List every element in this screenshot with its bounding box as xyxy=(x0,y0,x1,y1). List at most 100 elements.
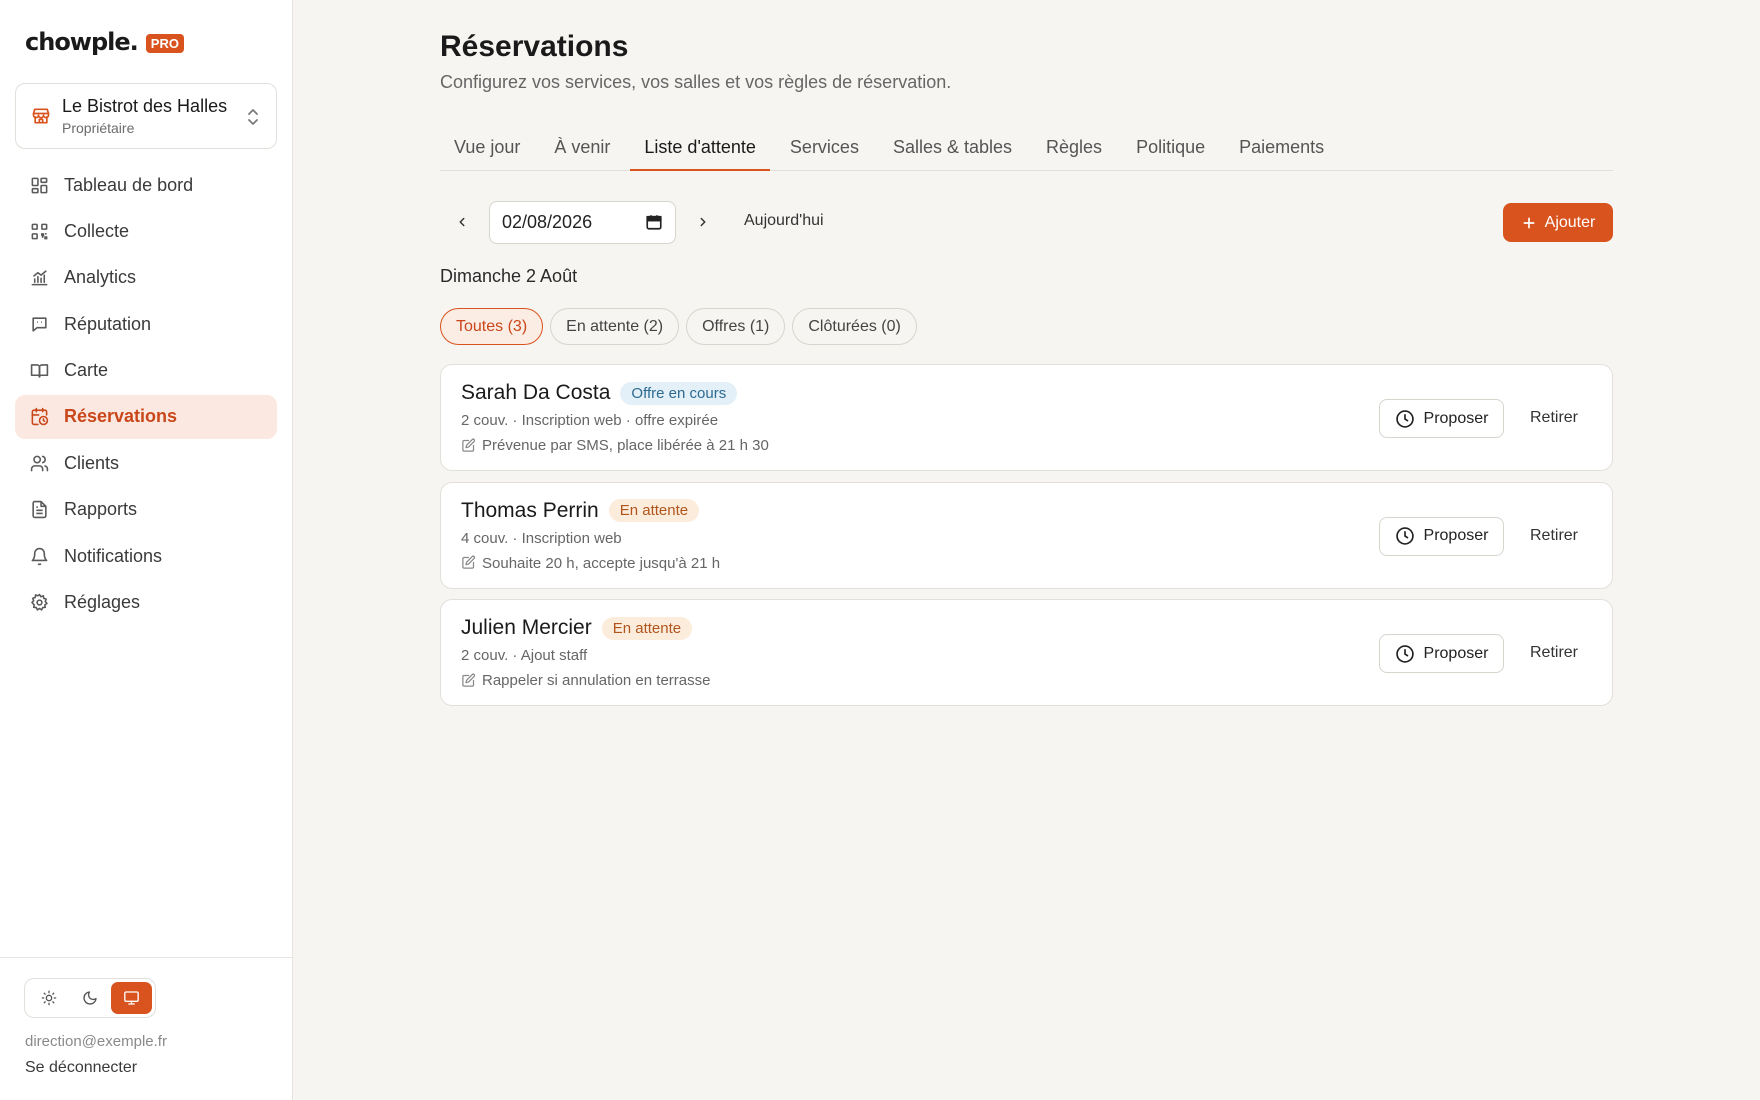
sidebar-item-label: Collecte xyxy=(64,220,130,241)
sun-icon[interactable] xyxy=(28,982,69,1014)
waitlist-entry: Thomas Perrin En attente 4 couv. · Inscr… xyxy=(440,481,1613,589)
sidebar-item-notifications[interactable]: Notifications xyxy=(15,534,277,578)
chart-icon xyxy=(29,268,49,288)
clock-icon xyxy=(1395,526,1415,546)
status-badge: En attente xyxy=(608,499,700,522)
waitlist-entry: Julien Mercier En attente 2 couv. · Ajou… xyxy=(440,599,1613,706)
sidebar-item-clients[interactable]: Clients xyxy=(15,441,277,485)
day-label: Dimanche 2 Août xyxy=(440,266,578,286)
guest-name: Thomas Perrin xyxy=(461,498,599,522)
brand-name: chowple. xyxy=(25,28,139,56)
sidebar-item-label: Réputation xyxy=(64,313,152,334)
page-subtitle: Configurez vos services, vos salles et v… xyxy=(440,72,952,92)
add-button-label: Ajouter xyxy=(1544,213,1596,231)
note-edit-icon xyxy=(461,438,477,454)
tab-services[interactable]: Services xyxy=(776,125,873,171)
sidebar-item-rapports[interactable]: Rapports xyxy=(15,488,277,532)
tab-salles-tables[interactable]: Salles & tables xyxy=(879,125,1026,171)
filter-waiting[interactable]: En attente (2) xyxy=(550,308,680,345)
propose-button[interactable]: Proposer xyxy=(1379,399,1504,438)
tab-regles[interactable]: Règles xyxy=(1032,125,1116,171)
sidebar-item-analytics[interactable]: Analytics xyxy=(15,256,277,300)
org-name: Le Bistrot des Halles xyxy=(62,96,228,116)
tabs: Vue jour À venir Liste d'attente Service… xyxy=(440,125,1613,171)
org-switcher[interactable]: Le Bistrot des Halles Propriétaire xyxy=(15,83,277,149)
sidebar-nav: Tableau de bord Collecte Analytics Réput… xyxy=(15,163,277,627)
sidebar-item-label: Réglages xyxy=(64,592,141,613)
book-icon xyxy=(29,361,49,381)
sidebar-item-label: Notifications xyxy=(64,545,163,566)
date-input[interactable]: 02/08/2026 xyxy=(489,201,676,244)
remove-button[interactable]: Retirer xyxy=(1530,644,1578,662)
entry-note: Souhaite 20 h, accepte jusqu'à 21 h xyxy=(482,554,721,572)
propose-button[interactable]: Proposer xyxy=(1379,516,1504,556)
remove-button[interactable]: Retirer xyxy=(1530,527,1578,545)
sidebar-item-reservations[interactable]: Réservations xyxy=(15,394,277,439)
page-title: Réservations xyxy=(440,30,629,63)
calendar-clock-icon xyxy=(29,407,49,427)
tab-vue-jour[interactable]: Vue jour xyxy=(440,125,534,171)
status-filters: Toutes (3) En attente (2) Offres (1) Clô… xyxy=(440,308,924,345)
remove-button[interactable]: Retirer xyxy=(1530,409,1578,427)
chevron-right-icon[interactable] xyxy=(690,209,716,235)
users-icon xyxy=(29,453,49,473)
propose-label: Proposer xyxy=(1423,527,1489,544)
org-role: Propriétaire xyxy=(62,120,135,136)
file-icon xyxy=(29,500,49,520)
monitor-icon[interactable] xyxy=(110,982,152,1014)
waitlist: Sarah Da Costa Offre en cours 2 couv. · … xyxy=(440,364,1613,717)
plus-icon xyxy=(1521,215,1537,231)
qr-code-icon xyxy=(29,221,49,241)
entry-note: Rappeler si annulation en terrasse xyxy=(482,672,711,689)
clock-icon xyxy=(1395,644,1415,664)
user-email: direction@exemple.fr xyxy=(25,1033,167,1050)
sidebar-item-reputation[interactable]: Réputation xyxy=(15,302,277,346)
tab-paiements[interactable]: Paiements xyxy=(1225,125,1338,171)
sidebar-item-dashboard[interactable]: Tableau de bord xyxy=(15,163,277,207)
filter-all[interactable]: Toutes (3) xyxy=(440,308,544,345)
sidebar-item-reglages[interactable]: Réglages xyxy=(15,581,277,625)
chevrons-up-down-icon xyxy=(246,108,260,131)
sidebar-item-carte[interactable]: Carte xyxy=(15,349,277,393)
status-badge: Offre en cours xyxy=(620,381,738,405)
entry-meta: 2 couv. · Ajout staff xyxy=(461,647,588,664)
theme-switcher xyxy=(24,978,156,1018)
guest-name: Sarah Da Costa xyxy=(461,381,611,404)
add-button[interactable]: Ajouter xyxy=(1503,203,1613,242)
tab-a-venir[interactable]: À venir xyxy=(540,125,624,171)
propose-button[interactable]: Proposer xyxy=(1379,634,1504,673)
dashboard-icon xyxy=(29,175,49,195)
status-badge: En attente xyxy=(601,616,693,640)
waitlist-entry: Sarah Da Costa Offre en cours 2 couv. · … xyxy=(440,364,1613,471)
pro-badge: PRO xyxy=(145,34,184,53)
message-icon xyxy=(29,314,49,334)
chevron-left-icon[interactable] xyxy=(449,209,475,235)
filter-closed[interactable]: Clôturées (0) xyxy=(792,308,917,345)
brand-logo[interactable]: chowple. PRO xyxy=(25,28,184,56)
date-toolbar: 02/08/2026 Aujourd'hui Ajouter xyxy=(440,201,1613,244)
sidebar-item-label: Rapports xyxy=(64,499,138,520)
filter-offers[interactable]: Offres (1) xyxy=(686,308,786,345)
note-edit-icon xyxy=(461,673,477,689)
sidebar-item-label: Analytics xyxy=(64,267,137,288)
note-edit-icon xyxy=(461,555,477,571)
sidebar-item-label: Tableau de bord xyxy=(64,174,194,195)
moon-icon[interactable] xyxy=(69,982,110,1014)
propose-label: Proposer xyxy=(1423,409,1489,427)
logout-link[interactable]: Se déconnecter xyxy=(25,1059,137,1077)
sidebar-item-collecte[interactable]: Collecte xyxy=(15,209,277,253)
gear-icon xyxy=(29,593,49,613)
tab-liste-attente[interactable]: Liste d'attente xyxy=(630,125,770,171)
sidebar: chowple. PRO Le Bistrot des Halles Propr… xyxy=(0,0,293,1100)
sidebar-item-label: Réservations xyxy=(64,406,178,427)
calendar-icon[interactable] xyxy=(645,213,663,236)
bell-icon xyxy=(29,546,49,566)
tab-politique[interactable]: Politique xyxy=(1122,125,1219,171)
date-value: 02/08/2026 xyxy=(502,212,593,232)
today-button[interactable]: Aujourd'hui xyxy=(744,212,824,230)
propose-label: Proposer xyxy=(1423,644,1489,662)
entry-note: Prévenue par SMS, place libérée à 21 h 3… xyxy=(482,437,769,454)
sidebar-item-label: Clients xyxy=(64,452,120,473)
clock-icon xyxy=(1395,409,1415,429)
entry-meta: 4 couv. · Inscription web xyxy=(461,529,622,547)
